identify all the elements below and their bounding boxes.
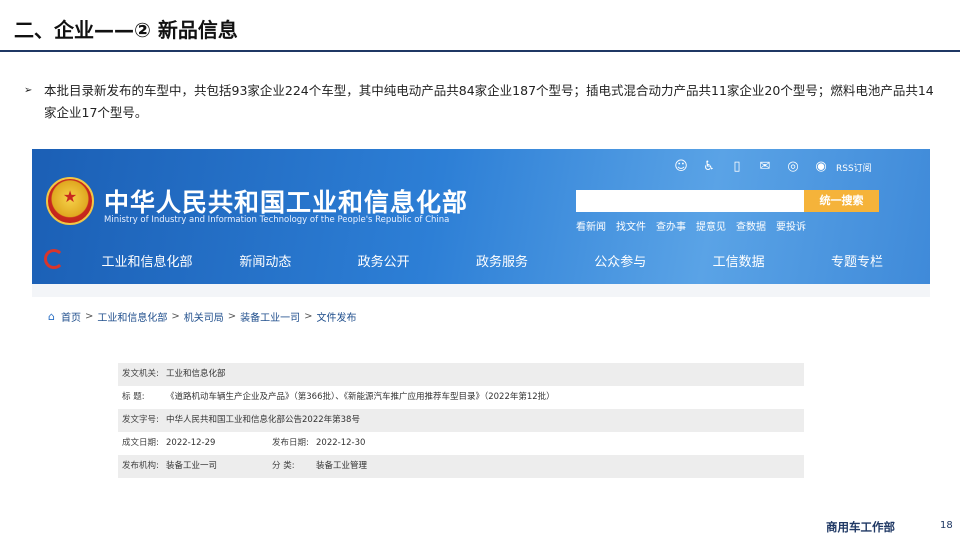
- quick-link-complaint[interactable]: 要投诉: [776, 218, 806, 233]
- nav-logo-icon: [44, 249, 64, 269]
- meta-value-issuer: 工业和信息化部: [166, 369, 226, 379]
- meta-label: 发布日期:: [272, 438, 309, 448]
- breadcrumb-ministry[interactable]: 工业和信息化部: [97, 309, 167, 324]
- meta-row-title: 标 题: 《道路机动车辆生产企业及产品》（第366批）、《新能源汽车推广应用推荐…: [118, 386, 804, 409]
- meta-pair-published: 发布日期: 2022-12-30: [272, 432, 365, 455]
- site-name-en: Ministry of Industry and Information Tec…: [104, 215, 450, 225]
- quick-link-files[interactable]: 找文件: [616, 218, 646, 233]
- summary-text: 本批目录新发布的车型中，共包括93家企业224个车型，其中纯电动产品共84家企业…: [44, 83, 934, 120]
- summary-bullet: ➢ 本批目录新发布的车型中，共包括93家企业224个车型，其中纯电动产品共84家…: [24, 80, 944, 124]
- meta-row-org: 发布机构: 装备工业一司 分 类: 装备工业管理: [118, 455, 804, 478]
- meta-label: 发文机关:: [122, 369, 159, 379]
- meta-label: 成文日期:: [122, 438, 159, 448]
- meta-row-dates: 成文日期: 2022-12-29 发布日期: 2022-12-30: [118, 432, 804, 455]
- quick-link-services[interactable]: 查办事: [656, 218, 686, 233]
- meta-label: 标 题:: [122, 392, 145, 402]
- meta-pair-org: 发布机构: 装备工业一司: [122, 455, 272, 478]
- breadcrumb-equipment-dept[interactable]: 装备工业一司: [240, 309, 300, 324]
- rss-link[interactable]: RSS订阅: [836, 161, 872, 174]
- meta-value-title: 《道路机动车辆生产企业及产品》（第366批）、《新能源汽车推广应用推荐车型目录》…: [166, 392, 555, 402]
- slide-title: 二、企业——② 新品信息: [14, 18, 238, 42]
- nav-item-services[interactable]: 政务服务: [447, 251, 557, 270]
- breadcrumb-separator: >: [227, 311, 237, 322]
- footer-department: 商用车工作部: [826, 520, 895, 534]
- breadcrumb-separator: >: [84, 311, 94, 322]
- page-number: 18: [940, 520, 953, 531]
- meta-value-org: 装备工业一司: [166, 461, 218, 471]
- meta-label: 分 类:: [272, 461, 295, 471]
- quick-links: 看新闻 找文件 查办事 提意见 查数据 要投诉: [576, 218, 806, 233]
- meta-value-doc-no: 中华人民共和国工业和信息化部公告2022年第38号: [166, 415, 360, 425]
- meta-value-category: 装备工业管理: [316, 461, 368, 471]
- meta-value-published: 2022-12-30: [316, 438, 366, 448]
- nav-item-ministry[interactable]: 工业和信息化部: [92, 251, 202, 270]
- breadcrumb-home[interactable]: 首页: [61, 309, 81, 324]
- breadcrumb: ⌂ 首页 > 工业和信息化部 > 机关司局 > 装备工业一司 > 文件发布: [48, 309, 357, 324]
- site-header: 中华人民共和国工业和信息化部 Ministry of Industry and …: [32, 149, 930, 284]
- quick-link-news[interactable]: 看新闻: [576, 218, 606, 233]
- document-meta-table: 发文机关: 工业和信息化部 标 题: 《道路机动车辆生产企业及产品》（第366批…: [118, 363, 804, 478]
- robot-icon[interactable]: ☺: [672, 158, 690, 176]
- home-icon: ⌂: [48, 310, 55, 323]
- meta-value-created: 2022-12-29: [166, 438, 216, 448]
- website-screenshot: 中华人民共和国工业和信息化部 Ministry of Industry and …: [32, 149, 930, 487]
- nav-item-topics[interactable]: 专题专栏: [802, 251, 912, 270]
- meta-label: 发文字号:: [122, 415, 159, 425]
- slide: 二、企业——② 新品信息 ➢ 本批目录新发布的车型中，共包括93家企业224个车…: [0, 0, 960, 540]
- wechat-icon[interactable]: ◎: [784, 158, 802, 176]
- main-nav: 工业和信息化部 新闻动态 政务公开 政务服务 公众参与 工信数据 专题专栏: [92, 251, 912, 270]
- breadcrumb-departments[interactable]: 机关司局: [184, 309, 224, 324]
- breadcrumb-documents[interactable]: 文件发布: [317, 309, 357, 324]
- bullet-arrow-icon: ➢: [24, 85, 33, 96]
- nav-item-data[interactable]: 工信数据: [684, 251, 794, 270]
- nav-item-disclosure[interactable]: 政务公开: [329, 251, 439, 270]
- content-area: ⌂ 首页 > 工业和信息化部 > 机关司局 > 装备工业一司 > 文件发布 发文…: [32, 297, 930, 487]
- meta-pair-created: 成文日期: 2022-12-29: [122, 432, 272, 455]
- nav-item-news[interactable]: 新闻动态: [210, 251, 320, 270]
- search-input[interactable]: [576, 190, 804, 212]
- nav-item-participation[interactable]: 公众参与: [565, 251, 675, 270]
- weibo-icon[interactable]: ◉: [812, 158, 830, 176]
- meta-row-doc-no: 发文字号: 中华人民共和国工业和信息化部公告2022年第38号: [118, 409, 804, 432]
- site-name-cn: 中华人民共和国工业和信息化部: [104, 188, 469, 217]
- search-button[interactable]: 统一搜索: [804, 190, 879, 212]
- quick-link-feedback[interactable]: 提意见: [696, 218, 726, 233]
- meta-label: 发布机构:: [122, 461, 159, 471]
- meta-pair-category: 分 类: 装备工业管理: [272, 455, 367, 478]
- title-divider: [0, 50, 960, 52]
- breadcrumb-separator: >: [304, 311, 313, 322]
- quick-link-data[interactable]: 查数据: [736, 218, 766, 233]
- breadcrumb-separator: >: [171, 311, 180, 322]
- meta-row-issuer: 发文机关: 工业和信息化部: [118, 363, 804, 386]
- accessibility-icon[interactable]: ♿: [700, 158, 718, 176]
- top-icon-bar: ☺ ♿ ▯ ✉ ◎ ◉ RSS订阅: [672, 157, 872, 177]
- mail-icon[interactable]: ✉: [756, 158, 774, 176]
- national-emblem-icon: [46, 177, 94, 225]
- mobile-icon[interactable]: ▯: [728, 158, 746, 176]
